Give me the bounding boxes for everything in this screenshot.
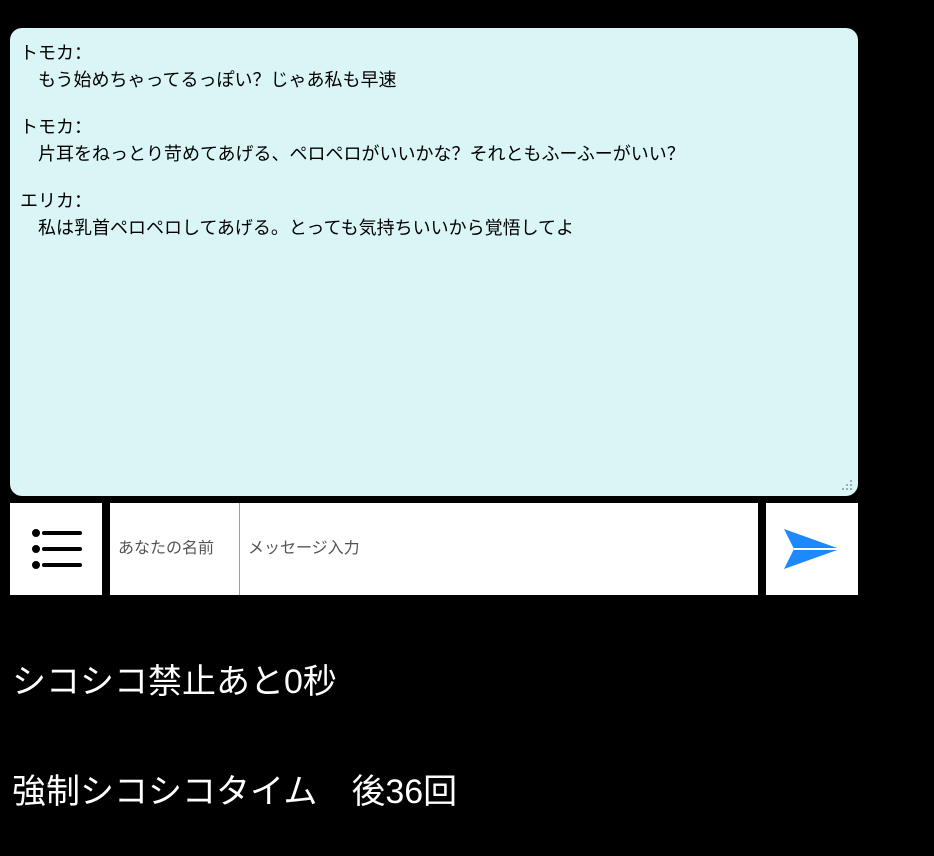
chat-message: トモカ： 片耳をねっとり苛めてあげる、ペロペロがいいかな？それともふーふーがいい… [20,114,848,168]
chat-speaker: エリカ： [20,188,848,215]
send-icon [782,525,842,573]
list-icon [30,526,82,572]
chat-speaker: トモカ： [20,114,848,141]
message-field-wrap[interactable] [240,503,758,595]
chat-log[interactable]: トモカ： もう始めちゃってるっぽい？じゃあ私も早速 トモカ： 片耳をねっとり苛め… [10,28,858,496]
chat-body: もう始めちゃってるっぽい？じゃあ私も早速 [20,67,848,94]
chat-message: トモカ： もう始めちゃってるっぽい？じゃあ私も早速 [20,40,848,94]
status-line-1: シコシコ禁止あと0秒 [12,654,337,703]
chat-speaker: トモカ： [20,40,848,67]
chat-body: 片耳をねっとり苛めてあげる、ペロペロがいいかな？それともふーふーがいい？ [20,141,848,168]
chat-message: エリカ： 私は乳首ペロペロしてあげる。とっても気持ちいいから覚悟してよ [20,188,848,242]
name-input[interactable] [118,540,231,558]
chat-body: 私は乳首ペロペロしてあげる。とっても気持ちいいから覚悟してよ [20,215,848,242]
menu-button[interactable] [10,503,102,595]
status-line-2: 強制シコシコタイム 後36回 [12,764,457,813]
resize-grip-icon[interactable] [840,478,854,492]
name-field-wrap[interactable] [110,503,240,595]
input-bar [10,503,858,595]
message-input[interactable] [248,540,750,558]
spacer [102,503,110,595]
send-button[interactable] [766,503,858,595]
